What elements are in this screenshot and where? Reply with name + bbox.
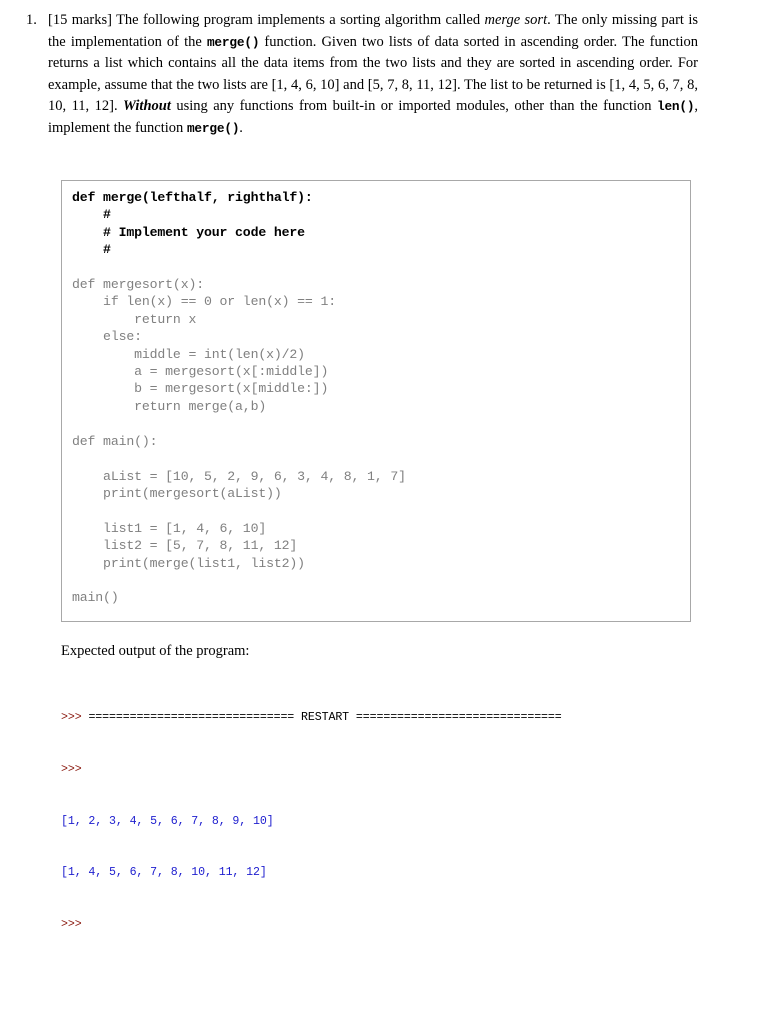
question-segment-9-code-merge: merge() — [186, 120, 240, 136]
console-line-prompt-3: >>> — [61, 916, 721, 933]
console-equals-right: ============================== — [355, 711, 562, 725]
console-prompt: >>> — [61, 711, 82, 725]
question-segment-6: using any functions from built-in or imp… — [170, 98, 657, 114]
console-line-restart: >>> ============================== RESTA… — [61, 709, 721, 726]
console-restart-label: RESTART — [301, 711, 350, 725]
question-number: 1. — [26, 12, 37, 28]
console-line-output-1: [1, 2, 3, 4, 5, 6, 7, 8, 9, 10] — [61, 813, 721, 830]
question-block: 1. [15 marks] The following program impl… — [26, 10, 698, 139]
console-line-output-2: [1, 4, 5, 6, 7, 8, 10, 11, 12] — [61, 864, 721, 881]
code-mergesort-and-main: def mergesort(x): if len(x) == 0 or len(… — [72, 277, 406, 606]
console-output: >>> ============================== RESTA… — [61, 675, 721, 950]
code-block-frame: def merge(lefthalf, righthalf): # # Impl… — [61, 180, 691, 622]
question-segment-0: [15 marks] The following program impleme… — [48, 12, 485, 28]
console-prompt: >>> — [61, 917, 82, 931]
question-segment-10: . — [239, 119, 243, 136]
console-equals-left: ============================== — [88, 711, 295, 725]
code-block-content: def merge(lefthalf, righthalf): # # Impl… — [62, 181, 690, 607]
console-output-value: [1, 4, 5, 6, 7, 8, 10, 11, 12] — [61, 866, 267, 880]
question-segment-3-code-merge: merge() — [206, 34, 260, 50]
console-line-prompt-2: >>> — [61, 761, 721, 778]
console-output-value: [1, 2, 3, 4, 5, 6, 7, 8, 9, 10] — [61, 814, 274, 828]
question-segment-1-italic: merge sort — [484, 12, 548, 28]
expected-output-caption: Expected output of the program: — [61, 643, 250, 659]
question-segment-5-without: Without — [123, 98, 171, 114]
question-segment-7-code-len: len() — [656, 99, 695, 114]
code-merge-stub: def merge(lefthalf, righthalf): # # Impl… — [72, 190, 313, 258]
console-prompt: >>> — [61, 763, 82, 777]
question-text: [15 marks] The following program impleme… — [48, 10, 698, 139]
